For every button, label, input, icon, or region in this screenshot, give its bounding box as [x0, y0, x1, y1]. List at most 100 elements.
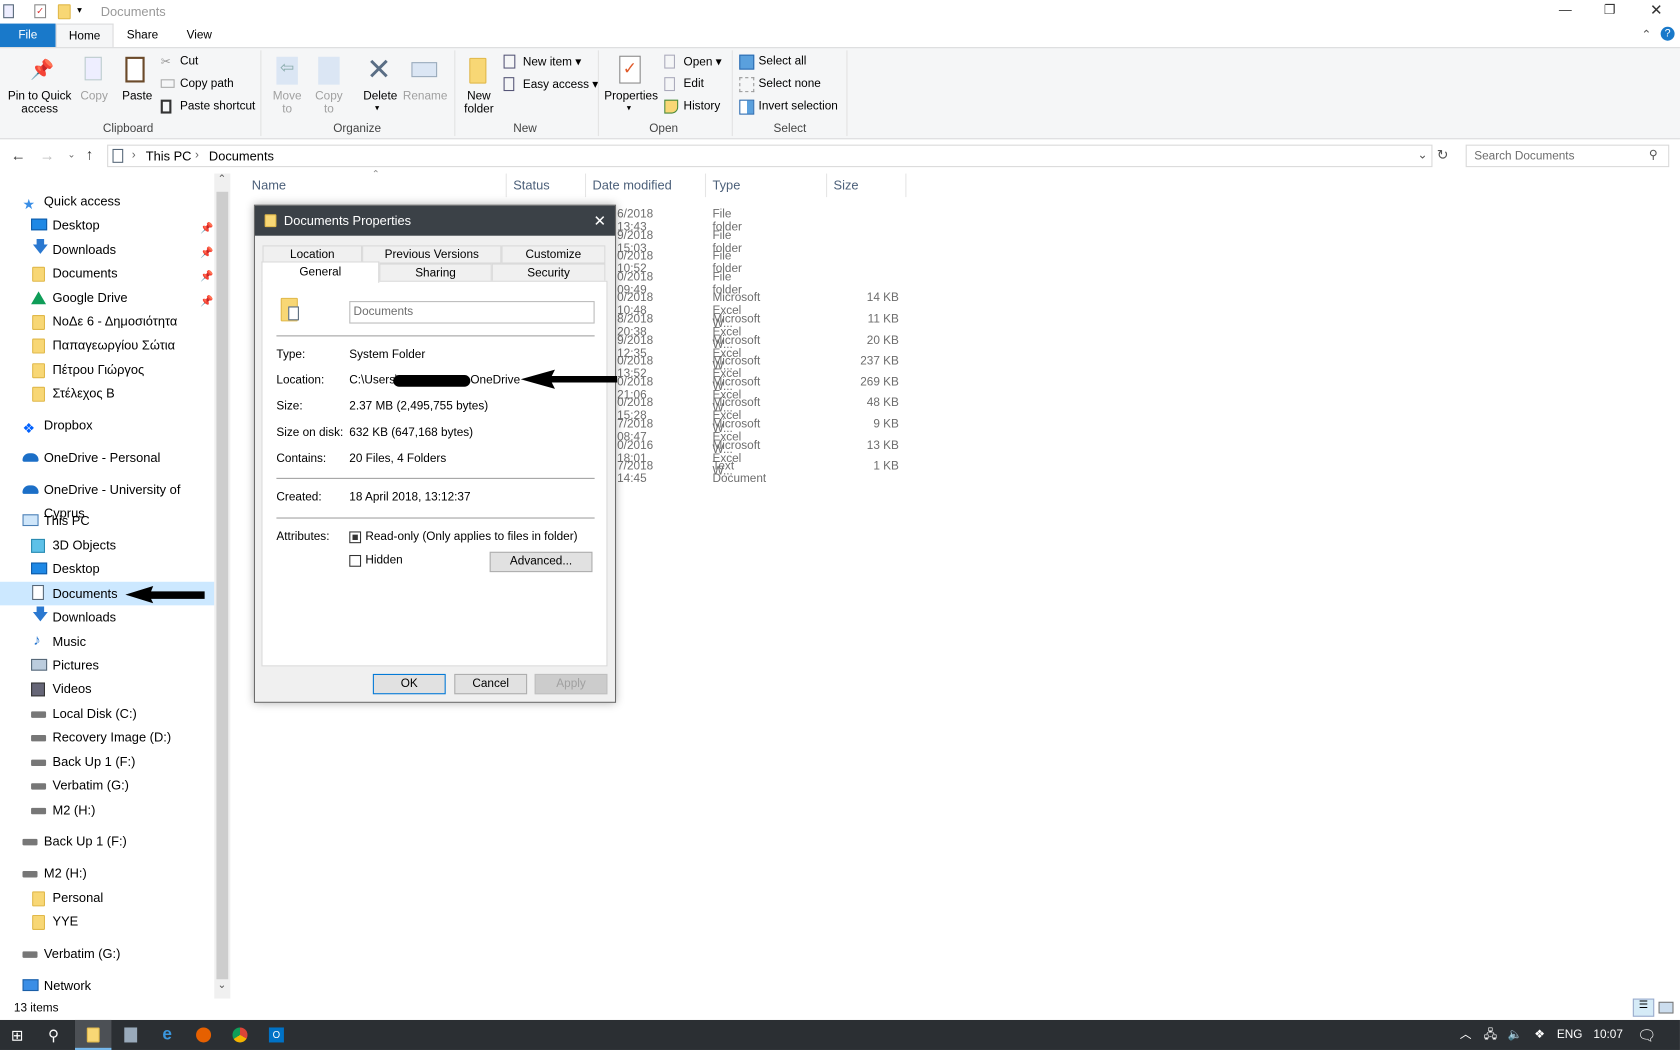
ok-button[interactable]: OK [372, 673, 446, 695]
minimize-button[interactable]: — [1559, 2, 1572, 17]
sidebar-item[interactable]: Network [0, 974, 214, 998]
sidebar-item[interactable]: ★ Quick access [0, 190, 214, 214]
help-icon[interactable]: ? [1660, 26, 1675, 41]
delete-button[interactable]: Delete [363, 90, 397, 103]
sidebar-item[interactable]: Back Up 1 (F:) [0, 829, 214, 853]
copy-button[interactable]: Copy [80, 90, 108, 103]
copy-to-button[interactable]: Copy to [314, 90, 344, 116]
new-folder-quick-icon[interactable] [57, 4, 71, 20]
sidebar-item[interactable]: OneDrive - University of Cyprus [0, 478, 214, 521]
up-button[interactable]: ↑ [86, 146, 93, 163]
refresh-button[interactable]: ↻ [1437, 147, 1449, 164]
readonly-checkbox[interactable] [349, 531, 362, 544]
sidebar-item[interactable]: Videos [0, 677, 214, 701]
sidebar-scrollbar[interactable]: ⌃ ⌄ [214, 173, 231, 999]
scrollbar-thumb[interactable] [216, 191, 229, 980]
sidebar-item[interactable]: 3D Objects [0, 534, 214, 558]
customize-quick-access-icon[interactable]: ▾ [77, 4, 82, 16]
sidebar-item[interactable]: M2 (H:) [0, 798, 214, 822]
tab-previous-versions[interactable]: Previous Versions [362, 245, 502, 264]
sidebar-item[interactable]: Recovery Image (D:) [0, 725, 214, 749]
sidebar-item[interactable]: Παπαγεωργίου Σώτια [0, 333, 214, 357]
folder-name-input[interactable]: Documents [349, 301, 595, 324]
restore-button[interactable]: ❐ [1604, 2, 1616, 17]
app-taskbar-icon[interactable] [114, 1020, 148, 1050]
close-button[interactable]: ✕ [1650, 1, 1663, 19]
invert-selection-button[interactable]: Invert selection [739, 99, 838, 115]
sidebar-item[interactable]: ❖ Dropbox [0, 414, 214, 438]
rename-button[interactable]: Rename [403, 90, 448, 103]
breadcrumb-this-pc[interactable]: This PC [146, 149, 192, 164]
sidebar-item[interactable]: Verbatim (G:) [0, 942, 214, 966]
dropbox-tray-icon[interactable]: ❖ [1530, 1020, 1549, 1050]
new-item-button[interactable]: New item ▾ [503, 54, 581, 69]
show-hidden-icons[interactable]: ︿ [1457, 1020, 1474, 1050]
sidebar-item[interactable]: Google Drive 📌 [0, 286, 214, 310]
move-to-button[interactable]: Move to [272, 90, 302, 116]
details-view-button[interactable]: ☰ [1632, 998, 1655, 1017]
file-explorer-taskbar-icon[interactable] [74, 1019, 112, 1050]
sidebar-item[interactable]: Personal [0, 886, 214, 910]
dialog-close-button[interactable]: ✕ [594, 206, 607, 236]
sidebar-item[interactable]: ΝοΔε 6 - Δημοσιότητα [0, 310, 214, 334]
volume-tray-icon[interactable]: 🔈 [1505, 1020, 1524, 1050]
history-button[interactable]: History [664, 99, 720, 114]
outlook-taskbar-icon[interactable]: O [259, 1020, 293, 1050]
copy-path-button[interactable]: Copy path [160, 77, 234, 90]
paste-button[interactable]: Paste [122, 90, 152, 103]
breadcrumb-documents[interactable]: Documents [209, 149, 274, 164]
sidebar-item[interactable]: M2 (H:) [0, 861, 214, 885]
address-bar[interactable]: › This PC › Documents ⌄ [107, 144, 1433, 168]
delete-dropdown-icon[interactable]: ▾ [375, 103, 379, 113]
edit-button[interactable]: Edit [664, 77, 704, 92]
select-all-button[interactable]: Select all [739, 54, 806, 70]
tab-general[interactable]: General [261, 261, 380, 283]
clock[interactable]: 10:07 [1590, 1020, 1626, 1050]
tab-home[interactable]: Home [55, 23, 114, 49]
column-header-size[interactable]: Size [834, 178, 859, 193]
sidebar-item[interactable]: Documents 📌 [0, 261, 214, 285]
column-header-type[interactable]: Type [712, 178, 740, 193]
sidebar-item[interactable]: 🡇 Downloads 📌 [0, 238, 214, 262]
sidebar-item[interactable]: YYE [0, 910, 214, 934]
scroll-down-icon[interactable]: ⌄ [217, 979, 226, 991]
start-button[interactable]: ⊞ [0, 1020, 34, 1050]
pin-to-quick-access-button[interactable]: Pin to Quick access [6, 90, 72, 116]
minimize-ribbon-icon[interactable]: ⌃ [1641, 28, 1651, 42]
scroll-up-icon[interactable]: ⌃ [217, 174, 226, 186]
sidebar-item[interactable]: Verbatim (G:) [0, 774, 214, 798]
large-icons-view-button[interactable] [1658, 1001, 1674, 1014]
sidebar-item[interactable]: Πέτρου Γιώργος [0, 358, 214, 382]
recent-locations-icon[interactable]: ⌄ [67, 149, 75, 161]
sidebar-item[interactable]: Desktop 📌 [0, 213, 214, 237]
properties-quick-icon[interactable]: ✓ [34, 4, 47, 19]
hidden-checkbox[interactable] [349, 554, 362, 567]
edge-taskbar-icon[interactable]: e [150, 1020, 184, 1050]
firefox-taskbar-icon[interactable] [186, 1020, 220, 1050]
search-taskbar-icon[interactable]: ⚲ [36, 1020, 70, 1050]
tab-share[interactable]: Share [118, 24, 167, 48]
new-folder-button[interactable]: New folder [461, 90, 497, 116]
sidebar-item[interactable]: Desktop [0, 557, 214, 581]
sidebar-item[interactable]: Local Disk (C:) [0, 702, 214, 726]
network-tray-icon[interactable]: 🖧 [1481, 1020, 1500, 1050]
sidebar-item[interactable]: OneDrive - Personal [0, 446, 214, 470]
column-header-name[interactable]: Name [252, 178, 286, 193]
properties-dropdown-icon[interactable]: ▾ [627, 103, 631, 113]
back-button[interactable]: ← [11, 147, 26, 164]
forward-button[interactable]: → [40, 147, 55, 164]
tab-view[interactable]: View [171, 24, 227, 48]
tab-security[interactable]: Security [491, 263, 606, 282]
sidebar-item[interactable]: Pictures [0, 654, 214, 678]
tab-sharing[interactable]: Sharing [379, 263, 492, 282]
sidebar-item[interactable]: Στέλεχος Β [0, 381, 214, 405]
properties-button[interactable]: Properties [604, 90, 658, 103]
search-input[interactable]: Search Documents ⚲ [1465, 144, 1670, 168]
select-none-button[interactable]: Select none [739, 77, 821, 93]
tab-file[interactable]: File [0, 23, 56, 48]
sidebar-item[interactable]: This PC [0, 509, 214, 533]
advanced-button[interactable]: Advanced... [489, 551, 593, 573]
tab-customize[interactable]: Customize [501, 245, 606, 264]
column-header-status[interactable]: Status [513, 178, 549, 193]
chrome-taskbar-icon[interactable] [223, 1020, 257, 1050]
